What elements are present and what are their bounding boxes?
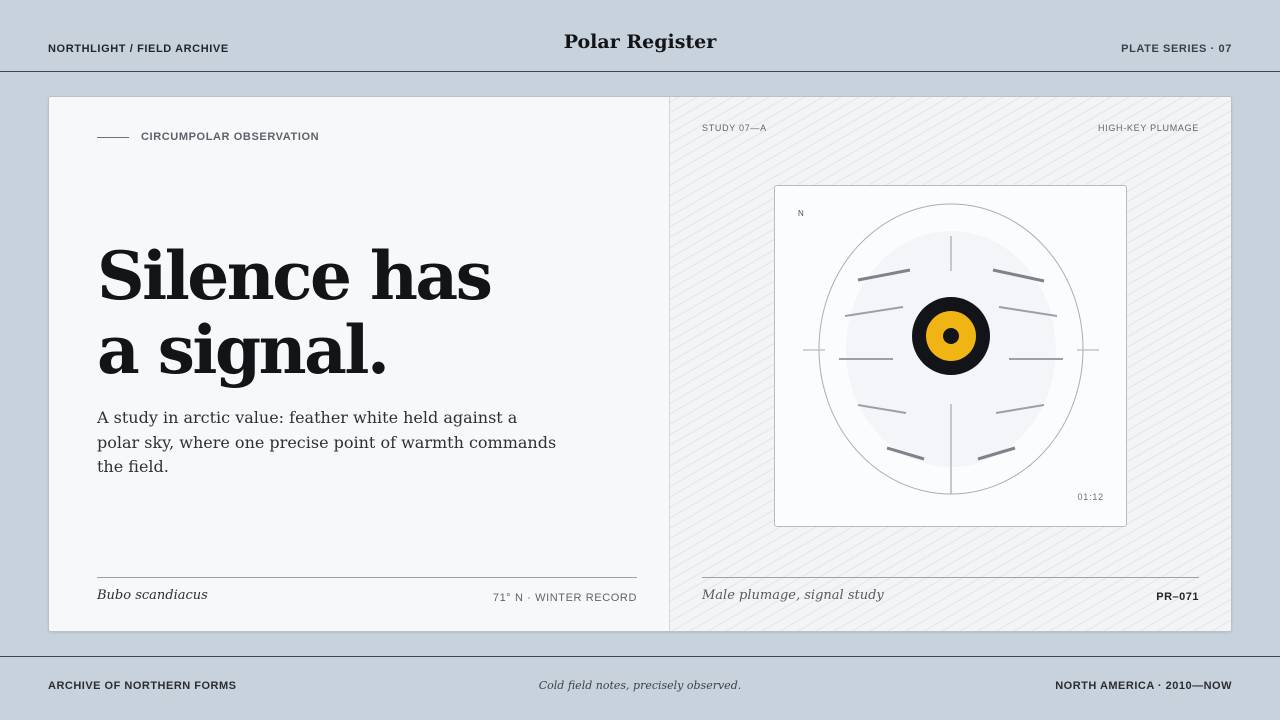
top-bar: NORTHLIGHT / FIELD ARCHIVE Polar Registe… xyxy=(0,0,1280,72)
study-id: STUDY 07—A xyxy=(702,123,767,133)
headline-line-2: a signal. xyxy=(97,311,390,389)
study-tag: HIGH-KEY PLUMAGE xyxy=(1097,123,1199,133)
headline-line-1: Silence has xyxy=(97,237,493,315)
region-label: NORTH AMERICA · 2010—NOW xyxy=(1055,680,1232,692)
kicker-label: CIRCUMPOLAR OBSERVATION xyxy=(141,131,320,143)
kicker-rule xyxy=(97,137,129,138)
plate-footer-rule xyxy=(702,577,1199,578)
plate-timestamp: 01:12 xyxy=(1077,492,1104,502)
feature-card: CIRCUMPOLAR OBSERVATION Silence has a si… xyxy=(48,96,1232,632)
plate-code: PR–071 xyxy=(1156,591,1199,603)
lede-paragraph: A study in arctic value: feather white h… xyxy=(97,408,557,476)
plate-illustration: N 01:12 xyxy=(774,185,1127,527)
site-title[interactable]: Polar Register xyxy=(0,31,1280,53)
coordinates-label: 71° N · WINTER RECORD xyxy=(492,592,637,604)
intro-panel: CIRCUMPOLAR OBSERVATION Silence has a si… xyxy=(49,97,670,631)
plate-panel: STUDY 07—A HIGH-KEY PLUMAGE N 01:12 Male… xyxy=(670,97,1231,631)
north-marker: N xyxy=(798,209,805,218)
series-label: PLATE SERIES · 07 xyxy=(1121,43,1232,55)
headline: Silence has a signal. xyxy=(97,239,617,387)
intro-footer-rule xyxy=(97,577,637,578)
species-name: Bubo scandiacus xyxy=(97,588,208,603)
bottom-bar: ARCHIVE OF NORTHERN FORMS Cold field not… xyxy=(0,656,1280,720)
owl-face-diagram xyxy=(803,203,1099,495)
eye-pupil xyxy=(943,328,959,344)
plate-caption: Male plumage, signal study xyxy=(702,588,884,603)
